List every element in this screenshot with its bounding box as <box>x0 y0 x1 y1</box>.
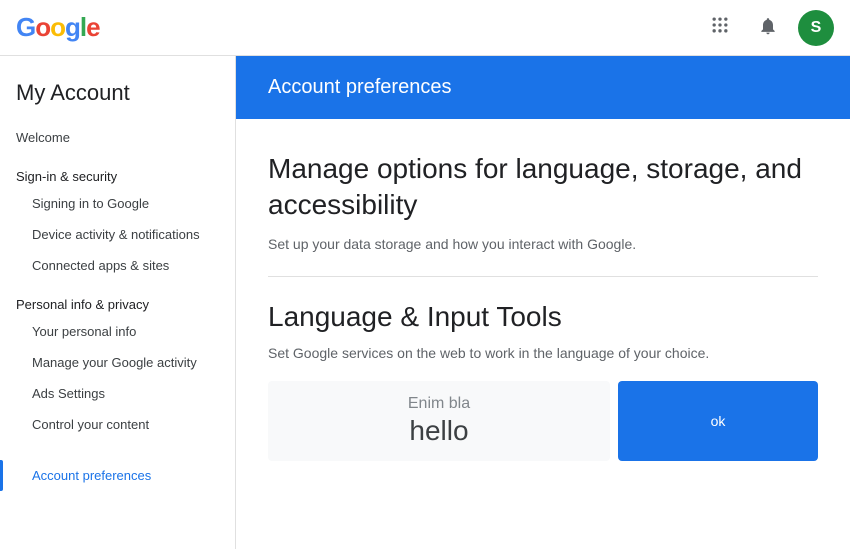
foreign-text: Enim bla <box>408 395 470 413</box>
hello-text: hello <box>409 415 468 447</box>
sidebar-item-ads-settings[interactable]: Ads Settings <box>0 378 235 409</box>
google-logo: Google <box>16 12 100 43</box>
section1-desc: Set up your data storage and how you int… <box>268 236 818 252</box>
user-avatar-button[interactable]: S <box>798 10 834 46</box>
notifications-button[interactable] <box>750 10 786 46</box>
sidebar-section-signin: Sign-in & security <box>0 153 235 188</box>
lang-preview-card-btn[interactable]: ok <box>618 381 818 461</box>
sidebar-title: My Account <box>0 56 235 122</box>
language-preview: Enim bla hello ok <box>268 381 818 461</box>
main-layout: My Account Welcome Sign-in & security Si… <box>0 56 850 549</box>
sidebar-item-device-activity[interactable]: Device activity & notifications <box>0 219 235 250</box>
sidebar-item-welcome[interactable]: Welcome <box>0 122 235 153</box>
sidebar-item-connected-apps[interactable]: Connected apps & sites <box>0 250 235 281</box>
app-header: Google S <box>0 0 850 56</box>
lang-preview-card-left: Enim bla hello <box>268 381 610 461</box>
grid-icon <box>710 15 730 41</box>
bell-icon <box>758 16 778 39</box>
main-content: Account preferences Manage options for l… <box>236 56 850 549</box>
section2-title: Language & Input Tools <box>268 301 818 333</box>
sidebar-item-account-preferences[interactable]: Account preferences <box>0 460 235 491</box>
divider <box>268 276 818 277</box>
lang-card-button-label: ok <box>711 413 726 429</box>
sidebar-section-preferences <box>0 440 235 460</box>
avatar-letter: S <box>811 19 822 37</box>
sidebar-item-control-content[interactable]: Control your content <box>0 409 235 440</box>
content-header: Account preferences <box>236 56 850 119</box>
sidebar-item-signing-in[interactable]: Signing in to Google <box>0 188 235 219</box>
content-header-title: Account preferences <box>268 76 451 98</box>
section2-desc: Set Google services on the web to work i… <box>268 345 818 361</box>
header-icons: S <box>702 10 834 46</box>
grid-apps-button[interactable] <box>702 10 738 46</box>
sidebar-section-privacy: Personal info & privacy <box>0 281 235 316</box>
sidebar-item-personal-info[interactable]: Your personal info <box>0 316 235 347</box>
sidebar: My Account Welcome Sign-in & security Si… <box>0 56 236 549</box>
section1-title: Manage options for language, storage, an… <box>268 151 818 224</box>
content-body: Manage options for language, storage, an… <box>236 119 850 493</box>
sidebar-item-google-activity[interactable]: Manage your Google activity <box>0 347 235 378</box>
